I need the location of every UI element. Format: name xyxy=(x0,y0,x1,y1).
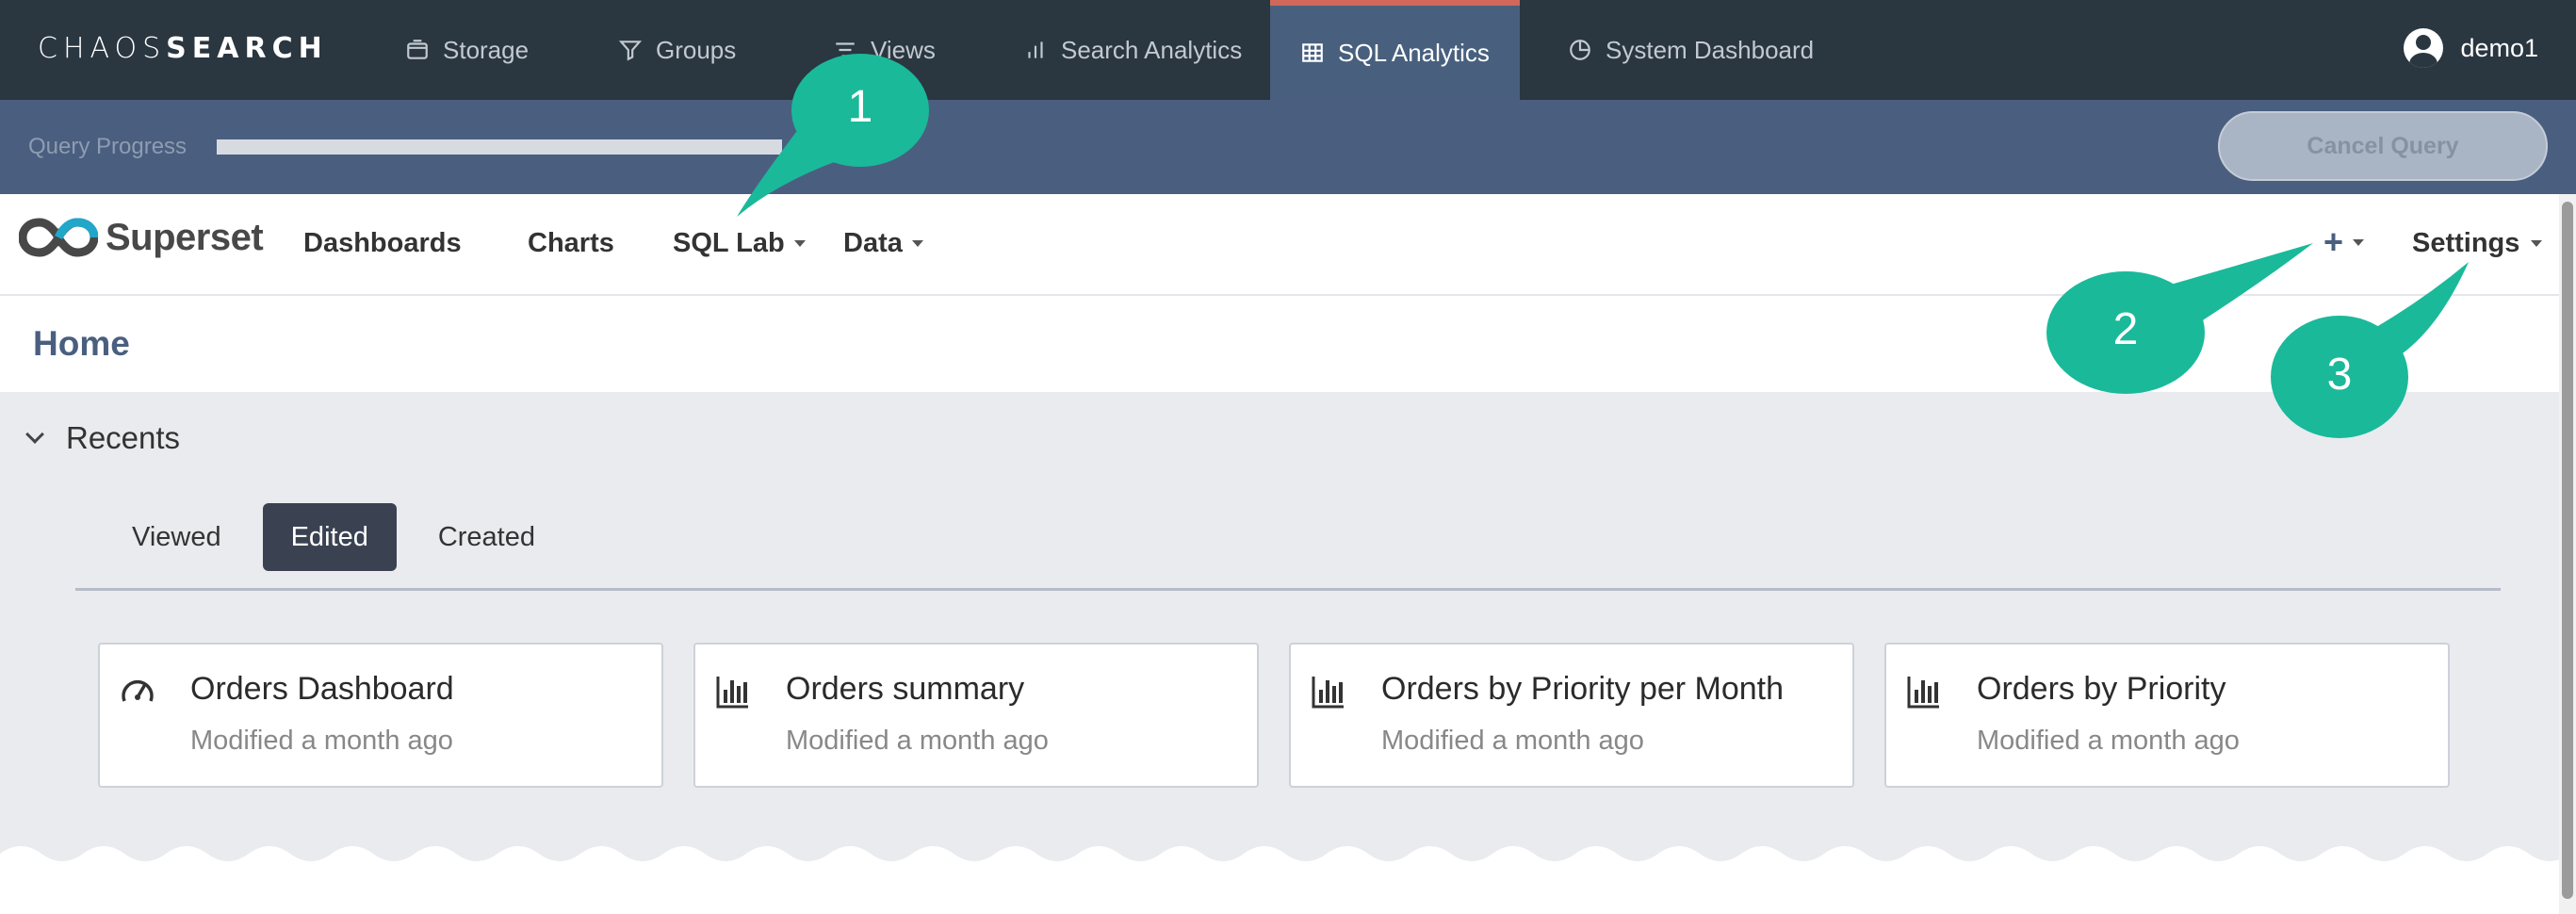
nav-views-label: Views xyxy=(871,35,936,64)
chevron-down-icon xyxy=(2531,240,2543,247)
recent-card[interactable]: Orders Dashboard Modified a month ago xyxy=(98,643,663,788)
bar-chart-icon xyxy=(1907,677,1939,709)
scrollbar-thumb[interactable] xyxy=(2562,202,2573,899)
chaossearch-logo[interactable]: CHAOSSEARCH xyxy=(38,32,328,65)
user-avatar-icon xyxy=(2404,28,2444,68)
nav-dashboards[interactable]: Dashboards xyxy=(303,228,462,259)
user-name: demo1 xyxy=(2460,33,2538,62)
tabs-divider xyxy=(75,588,2501,591)
nav-storage-label: Storage xyxy=(443,35,530,64)
nav-search-analytics[interactable]: Search Analytics xyxy=(1023,0,1242,100)
table-icon xyxy=(1302,43,1323,62)
superset-header: Superset Dashboards Charts SQL Lab Data … xyxy=(0,194,2559,296)
bar-chart-icon xyxy=(1312,677,1344,709)
nav-sql-analytics[interactable]: SQL Analytics xyxy=(1270,0,1520,100)
chevron-down-icon xyxy=(2353,238,2365,246)
card-title: Orders summary xyxy=(786,671,1025,707)
card-subtitle: Modified a month ago xyxy=(190,726,453,756)
chevron-down-icon xyxy=(793,240,806,247)
filter-icon xyxy=(618,41,643,61)
nav-charts[interactable]: Charts xyxy=(528,228,614,259)
page-title: Home xyxy=(33,324,130,363)
new-menu-button[interactable]: + xyxy=(2323,222,2365,262)
nav-groups-label: Groups xyxy=(656,35,737,64)
nav-sql-analytics-label: SQL Analytics xyxy=(1338,38,1490,67)
recents-title: Recents xyxy=(66,420,181,455)
query-progress-track xyxy=(217,139,782,155)
bar-chart-icon xyxy=(716,677,748,709)
torn-edge-decoration xyxy=(0,846,2559,914)
nav-data[interactable]: Data xyxy=(843,228,923,259)
settings-label: Settings xyxy=(2412,228,2520,258)
card-title: Orders by Priority xyxy=(1977,671,2226,707)
superset-infinity-icon xyxy=(19,218,98,257)
nav-system-dashboard[interactable]: System Dashboard xyxy=(1568,0,1814,100)
recent-card[interactable]: Orders summary Modified a month ago xyxy=(693,643,1259,788)
bar-chart-icon xyxy=(1028,41,1043,58)
card-subtitle: Modified a month ago xyxy=(786,726,1049,756)
cancel-query-button[interactable]: Cancel Query xyxy=(2218,111,2548,181)
recents-tabs: Viewed Edited Created xyxy=(104,503,563,571)
chevron-down-icon xyxy=(25,425,44,444)
recent-card[interactable]: Orders by Priority Modified a month ago xyxy=(1884,643,2450,788)
tab-created[interactable]: Created xyxy=(410,503,563,571)
nav-search-analytics-label: Search Analytics xyxy=(1061,35,1243,64)
plus-icon: + xyxy=(2323,222,2344,261)
nav-storage[interactable]: Storage xyxy=(405,0,529,100)
pie-chart-icon xyxy=(1570,40,1590,60)
card-title: Orders by Priority per Month xyxy=(1381,671,1785,707)
card-subtitle: Modified a month ago xyxy=(1381,726,1644,756)
storage-icon xyxy=(407,40,428,59)
nav-groups[interactable]: Groups xyxy=(618,0,736,100)
user-menu[interactable]: demo1 xyxy=(2404,28,2538,68)
settings-menu[interactable]: Settings xyxy=(2412,228,2543,259)
nav-system-dashboard-label: System Dashboard xyxy=(1606,35,1815,64)
callout-1-number: 1 xyxy=(847,82,873,132)
card-title: Orders Dashboard xyxy=(190,671,454,707)
vertical-scrollbar[interactable] xyxy=(2559,194,2576,914)
recent-card[interactable]: Orders by Priority per Month Modified a … xyxy=(1289,643,1854,788)
superset-logo[interactable]: Superset xyxy=(19,215,264,260)
recent-cards: Orders Dashboard Modified a month ago Or… xyxy=(98,643,2450,788)
list-icon xyxy=(836,42,855,57)
callout-2-number: 2 xyxy=(2112,304,2139,354)
chevron-down-icon xyxy=(911,240,923,247)
recents-collapse-toggle[interactable]: Recents xyxy=(25,420,181,456)
superset-logo-text: Superset xyxy=(106,216,264,258)
tab-viewed[interactable]: Viewed xyxy=(104,503,250,571)
card-subtitle: Modified a month ago xyxy=(1977,726,2240,756)
top-navigation-bar: CHAOSSEARCH Storage Groups Views Search … xyxy=(0,0,2576,100)
nav-sql-lab[interactable]: SQL Lab xyxy=(673,228,806,259)
tab-edited[interactable]: Edited xyxy=(262,503,397,571)
dashboard-gauge-icon xyxy=(122,679,154,702)
query-progress-label: Query Progress xyxy=(28,134,187,159)
callout-3-number: 3 xyxy=(2326,350,2353,400)
recents-section: Recents Viewed Edited Created Orders Das… xyxy=(0,392,2559,914)
